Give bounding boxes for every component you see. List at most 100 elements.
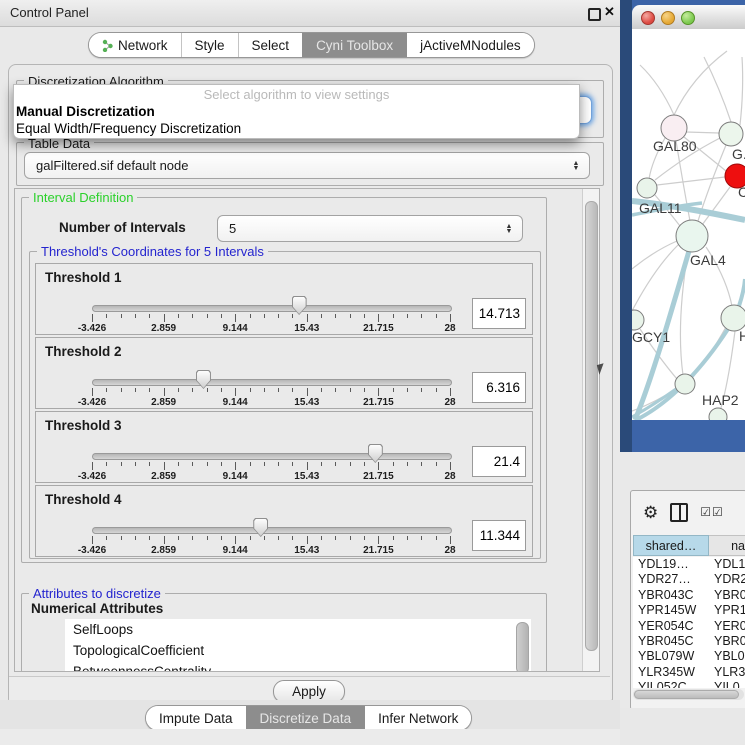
network-edge-thick[interactable]: [739, 279, 745, 306]
network-node-g[interactable]: [719, 122, 743, 146]
threshold-slider[interactable]: -3.4262.8599.14415.4321.71528: [92, 338, 450, 408]
table-header-row: shared… na: [633, 535, 745, 556]
network-edge[interactable]: [640, 65, 674, 115]
threshold-box: Threshold 1-3.4262.8599.14415.4321.71528: [35, 263, 533, 335]
cell-name: YDR2: [709, 572, 745, 587]
threshold-value-field[interactable]: [472, 298, 526, 329]
network-edge[interactable]: [702, 187, 730, 225]
threshold-slider[interactable]: -3.4262.8599.14415.4321.71528: [92, 412, 450, 482]
table-row[interactable]: YER054CYER0: [633, 619, 745, 634]
tab-cyni-toolbox[interactable]: Cyni Toolbox: [302, 33, 406, 57]
num-intervals-combobox[interactable]: 5 ▲▼: [217, 215, 523, 242]
table-toolbar: ⚙ ☑☑: [631, 491, 745, 533]
network-edge[interactable]: [632, 245, 678, 311]
dropdown-option-manual[interactable]: Manual Discretization: [14, 104, 579, 121]
bottom-tab-strip: Impute DataDiscretize DataInfer Network: [0, 700, 620, 729]
network-node-gal11[interactable]: [637, 178, 657, 198]
attribute-list-item[interactable]: TopologicalCoefficient: [65, 640, 531, 661]
tab-network[interactable]: Network: [89, 33, 181, 57]
top-tab-bar: NetworkStyleSelectCyni Toolbox jActiveMNo…: [88, 32, 535, 58]
minimize-traffic-light-icon[interactable]: [661, 11, 675, 25]
table-data-combobox[interactable]: galFiltered.sif default node ▲▼: [24, 152, 590, 179]
network-node-label: GAL80: [653, 138, 697, 154]
column-header-shared-name[interactable]: shared…: [633, 535, 709, 556]
network-node-gal4[interactable]: [676, 220, 708, 252]
table-row[interactable]: YBR043CYBR0: [633, 588, 745, 603]
close-icon[interactable]: ✕: [604, 4, 615, 20]
slider-scale-labels: -3.4262.8599.14415.4321.71528: [92, 323, 450, 334]
table-row[interactable]: YPR145WYPR1: [633, 603, 745, 618]
attr-items: SelfLoopsTopologicalCoefficientBetweenne…: [65, 619, 531, 672]
cell-name: YPR1: [709, 603, 745, 618]
tab-style[interactable]: Style: [181, 33, 238, 57]
slider-thumb[interactable]: [196, 370, 211, 389]
cell-name: YIL0: [709, 680, 745, 688]
table-row[interactable]: YDR27…YDR2: [633, 572, 745, 587]
column-header-name[interactable]: na: [709, 535, 745, 556]
threshold-value-field[interactable]: [472, 520, 526, 551]
network-graph: GAL80G.CGAL11GAL4GCY1HHAP2: [632, 29, 745, 420]
tab-infer-network[interactable]: Infer Network: [364, 706, 471, 730]
threshold-value-field[interactable]: [472, 446, 526, 477]
control-panel-titlebar: Control Panel ✕: [0, 0, 620, 27]
tab-impute-data[interactable]: Impute Data: [146, 706, 246, 730]
table-row[interactable]: YIL052CYIL0: [633, 680, 745, 688]
slider-scale-labels: -3.4262.8599.14415.4321.71528: [92, 471, 450, 482]
slider-track[interactable]: [92, 305, 452, 312]
attr-list-scrollbar-thumb[interactable]: [516, 622, 529, 672]
columns-icon[interactable]: [670, 503, 688, 522]
cell-shared-name: YIL052C: [633, 680, 709, 688]
table-row[interactable]: YLR345WYLR3: [633, 665, 745, 680]
cell-shared-name: YBR043C: [633, 588, 709, 603]
slider-thumb[interactable]: [253, 518, 268, 537]
network-node-label: C: [738, 184, 745, 200]
slider-thumb[interactable]: [368, 444, 383, 463]
numerical-attributes-list[interactable]: SelfLoopsTopologicalCoefficientBetweenne…: [65, 619, 531, 672]
network-edge[interactable]: [632, 241, 677, 269]
network-node-hap2[interactable]: [675, 374, 695, 394]
table-row[interactable]: YBL079WYBL0: [633, 649, 745, 664]
network-node-label: GAL11: [639, 200, 682, 216]
network-edge[interactable]: [686, 132, 719, 133]
tab-label: jActiveMNodules: [420, 38, 521, 53]
slider-track[interactable]: [92, 453, 452, 460]
table-data-selected-value: galFiltered.sif default node: [25, 158, 567, 173]
attribute-list-item[interactable]: BetweennessCentrality: [65, 661, 531, 672]
zoom-traffic-light-icon[interactable]: [681, 11, 695, 25]
tab-jactivemnodules[interactable]: jActiveMNodules: [406, 33, 534, 57]
network-node-gcy1[interactable]: [632, 310, 644, 330]
network-edge[interactable]: [657, 177, 725, 185]
network-edge-thick[interactable]: [632, 389, 676, 417]
threshold-slider[interactable]: -3.4262.8599.14415.4321.71528: [92, 486, 450, 556]
horizontal-scrollbar[interactable]: [633, 689, 744, 700]
network-edge[interactable]: [674, 51, 727, 115]
slider-thumb[interactable]: [292, 296, 307, 315]
threshold-value-field[interactable]: [472, 372, 526, 403]
control-panel-title: Control Panel: [10, 5, 89, 20]
gear-icon[interactable]: ⚙: [643, 504, 658, 521]
float-window-icon[interactable]: [588, 8, 601, 21]
horizontal-scrollbar-thumb[interactable]: [634, 690, 739, 699]
table-row[interactable]: YBR045CYBR0: [633, 634, 745, 649]
cell-shared-name: YPR145W: [633, 603, 709, 618]
threshold-box: Threshold 2-3.4262.8599.14415.4321.71528: [35, 337, 533, 409]
slider-track[interactable]: [92, 379, 452, 386]
threshold-slider[interactable]: -3.4262.8599.14415.4321.71528: [92, 264, 450, 334]
attribute-list-item[interactable]: SelfLoops: [65, 619, 531, 640]
slider-track[interactable]: [92, 527, 452, 534]
network-node-label: H: [739, 328, 745, 344]
close-traffic-light-icon[interactable]: [641, 11, 655, 25]
tab-discretize-data[interactable]: Discretize Data: [246, 706, 365, 730]
network-view-canvas[interactable]: GAL80G.CGAL11GAL4GCY1HHAP2: [632, 29, 745, 420]
table-row[interactable]: YDL19…YDL1: [633, 557, 745, 572]
dropdown-option-equal-width[interactable]: Equal Width/Frequency Discretization: [14, 121, 579, 138]
network-edge[interactable]: [740, 57, 743, 125]
network-node[interactable]: [709, 408, 727, 420]
tab-select[interactable]: Select: [238, 33, 303, 57]
numerical-attributes-label: Numerical Attributes: [31, 601, 163, 616]
cell-name: YLR3: [709, 665, 745, 680]
checkbox-icons[interactable]: ☑☑: [700, 505, 724, 519]
slider-scale-labels: -3.4262.8599.14415.4321.71528: [92, 397, 450, 408]
dropdown-hint-item[interactable]: Select algorithm to view settings: [14, 85, 579, 104]
cell-name: YDL1: [709, 557, 745, 572]
